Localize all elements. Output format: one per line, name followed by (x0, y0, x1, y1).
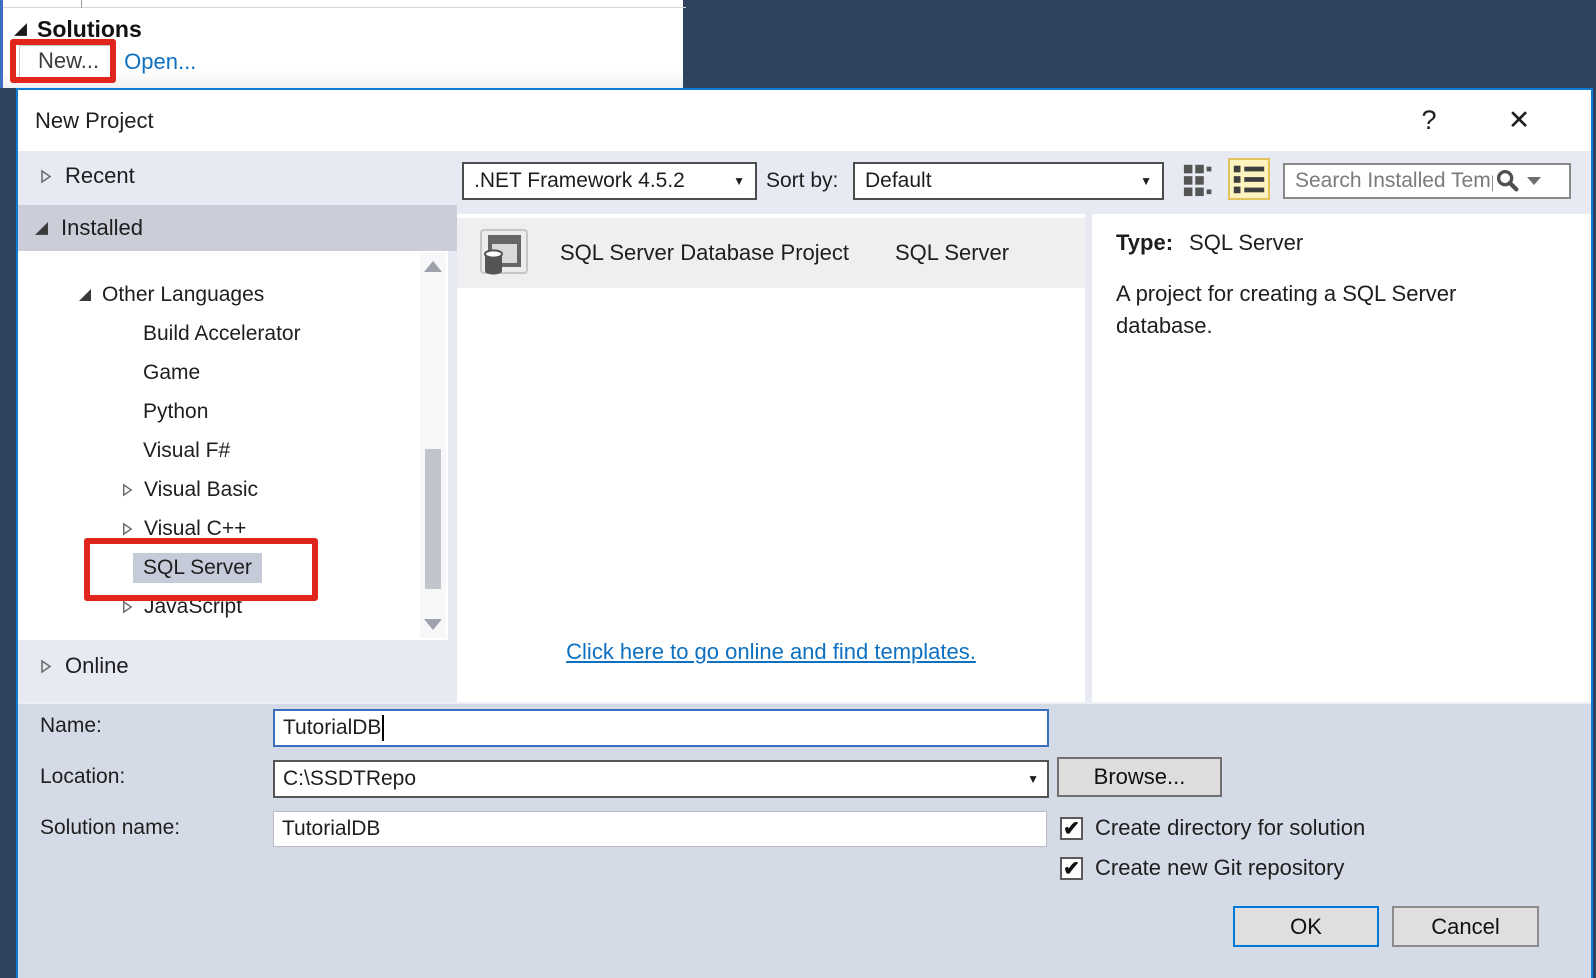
create-directory-checkbox-row: ✔ Create directory for solution (1060, 815, 1365, 841)
name-label: Name: (40, 714, 102, 737)
create-git-checkbox[interactable]: ✔ (1060, 856, 1083, 880)
sort-by-label: Sort by: (766, 169, 839, 192)
template-name: SQL Server Database Project (560, 240, 849, 265)
tree-item-game[interactable]: Game (143, 356, 200, 390)
template-list: SQL Server Database Project SQL Server C… (457, 214, 1085, 702)
nav-online-label: Online (65, 653, 129, 678)
panel-divider (3, 7, 686, 8)
search-options-icon[interactable] (1527, 177, 1541, 185)
collapsed-triangle-icon (41, 658, 52, 674)
template-description: A project for creating a SQL Server data… (1116, 281, 1457, 338)
tree-item-build-accelerator[interactable]: Build Accelerator (143, 317, 301, 351)
ok-button[interactable]: OK (1233, 906, 1379, 947)
dialog-title: New Project (35, 107, 154, 133)
browse-button[interactable]: Browse... (1057, 757, 1222, 797)
team-explorer-panel: Solutions New... Open... (0, 0, 686, 88)
sort-dropdown[interactable]: Default ▼ (853, 162, 1164, 200)
installed-tree-panel: Other Languages Build Accelerator Game P… (18, 251, 448, 640)
selected-tree-label: SQL Server (133, 553, 262, 583)
solution-name-label: Solution name: (40, 816, 181, 839)
create-git-checkbox-row: ✔ Create new Git repository (1060, 855, 1344, 881)
tree-item-sql-server[interactable]: SQL Server (133, 551, 262, 585)
type-label: Type: (1116, 230, 1174, 255)
create-git-label: Create new Git repository (1095, 855, 1345, 880)
location-combo[interactable]: C:\SSDTRepo ▼ (273, 760, 1049, 798)
chevron-down-icon[interactable]: ▼ (1027, 772, 1039, 786)
nav-recent-label: Recent (65, 163, 135, 188)
search-placeholder: Search Installed Templates (1295, 169, 1493, 192)
sql-database-project-icon (480, 229, 528, 275)
close-icon[interactable]: ✕ (1496, 90, 1542, 151)
solution-name-field[interactable]: TutorialDB (273, 811, 1047, 847)
tree-item-javascript[interactable]: JavaScript (120, 590, 242, 624)
nav-online[interactable]: Online (38, 648, 129, 684)
online-templates-link-row: Click here to go online and find templat… (457, 639, 1085, 665)
tree-item-visual-fsharp[interactable]: Visual F# (143, 434, 230, 468)
cancel-button[interactable]: Cancel (1392, 906, 1539, 947)
scroll-up-icon[interactable] (424, 261, 442, 272)
tree-item-other-languages[interactable]: Other Languages (78, 278, 264, 312)
template-row-selected[interactable]: SQL Server Database Project SQL Server (457, 218, 1085, 288)
list-view-button[interactable] (1228, 158, 1270, 200)
expanded-triangle-icon (35, 221, 48, 235)
open-solution-link[interactable]: Open... (124, 49, 196, 75)
panel-tick (81, 0, 82, 8)
location-label: Location: (40, 765, 126, 788)
tree-item-python[interactable]: Python (143, 395, 208, 429)
solutions-section-header[interactable]: Solutions (13, 14, 142, 44)
search-input[interactable]: Search Installed Templates (1283, 163, 1571, 199)
small-icons-view-button[interactable] (1179, 158, 1221, 200)
nav-recent[interactable]: Recent (38, 158, 135, 194)
solutions-label: Solutions (37, 15, 142, 42)
online-templates-link[interactable]: Click here to go online and find templat… (566, 639, 976, 664)
new-solution-link[interactable]: New... (19, 45, 115, 79)
create-directory-checkbox[interactable]: ✔ (1060, 816, 1083, 840)
dialog-titlebar[interactable]: New Project ? ✕ (18, 90, 1591, 151)
create-directory-label: Create directory for solution (1095, 815, 1366, 840)
checkmark-icon: ✔ (1063, 817, 1080, 840)
collapsed-triangle-icon (122, 522, 133, 536)
tree-item-visual-cpp[interactable]: Visual C++ (120, 512, 246, 546)
template-category: SQL Server (895, 240, 1010, 265)
template-info-pane: Type: SQL Server A project for creating … (1092, 214, 1591, 702)
nav-installed[interactable]: Installed (18, 205, 457, 251)
nav-installed-label: Installed (61, 215, 143, 240)
collapsed-triangle-icon (41, 168, 52, 184)
new-project-dialog: New Project ? ✕ Recent Installed Other L… (16, 88, 1593, 978)
expanded-triangle-icon (14, 22, 27, 36)
name-field[interactable]: TutorialDB (273, 709, 1049, 747)
help-icon[interactable]: ? (1406, 90, 1452, 151)
collapsed-triangle-icon (122, 483, 133, 497)
small-icons-icon (1183, 164, 1212, 197)
tree-item-visual-basic[interactable]: Visual Basic (120, 473, 258, 507)
type-value: SQL Server (1189, 230, 1304, 255)
expanded-triangle-icon (79, 289, 91, 301)
scroll-down-icon[interactable] (424, 619, 442, 630)
search-icon (1496, 170, 1519, 192)
list-view-icon (1233, 165, 1265, 194)
checkmark-icon: ✔ (1063, 857, 1080, 880)
dialog-footer: Name: TutorialDB Location: C:\SSDTRepo ▼… (18, 702, 1591, 978)
chevron-down-icon: ▼ (1140, 174, 1152, 188)
framework-dropdown[interactable]: .NET Framework 4.5.2 ▼ (462, 162, 757, 200)
chevron-down-icon: ▼ (733, 174, 745, 188)
tree-scrollbar[interactable] (420, 253, 446, 638)
text-caret (382, 715, 385, 741)
collapsed-triangle-icon (122, 600, 133, 614)
scrollbar-thumb[interactable] (425, 449, 441, 589)
